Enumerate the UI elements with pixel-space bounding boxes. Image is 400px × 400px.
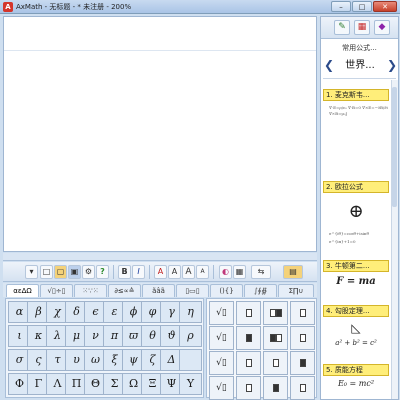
eraser-icon[interactable]: ◆ bbox=[374, 20, 390, 35]
insert-object-icon[interactable]: ▤ bbox=[283, 265, 303, 279]
tab-operators[interactable]: ∂≤∝≙ bbox=[108, 284, 141, 297]
nth-root-template-button[interactable]: √▯ bbox=[209, 326, 234, 350]
formula-card[interactable]: 1. 麦克斯韦... ∇·E=ρ/ε₀ ∇·B=0 ∇×E=−∂B/∂t ∇×B… bbox=[323, 89, 389, 189]
matrix-icon[interactable]: ▦ bbox=[233, 265, 246, 279]
tab-boxes[interactable]: ▯▭▯ bbox=[176, 284, 209, 297]
formula-card-label: 1. 麦克斯韦... bbox=[323, 89, 389, 101]
tab-accents[interactable]: ãâã bbox=[142, 284, 175, 297]
box-template-button[interactable] bbox=[236, 351, 261, 375]
sqrt-template-button[interactable]: √▯ bbox=[209, 351, 234, 375]
superscript-template-button[interactable] bbox=[290, 301, 315, 325]
window-title: AxMath - 无标题 - * 未注册 - 200% bbox=[16, 3, 132, 11]
greek-symbol-button[interactable]: ρ bbox=[179, 325, 202, 347]
bold-button[interactable]: B bbox=[118, 265, 131, 279]
symbol-tab-bar: αεΔΩ √▯÷▯ ⁙∵⁙ ∂≤∝≙ ãâã ▯▭▯ (){} ∫∮∯ Σ∏∪ bbox=[3, 283, 317, 297]
formula-card[interactable]: 5. 质能方程 E₀ = mc² bbox=[323, 364, 389, 400]
box-template-button[interactable] bbox=[236, 376, 261, 400]
toolbar-separator bbox=[213, 265, 214, 279]
box-template-button[interactable] bbox=[263, 351, 288, 375]
formula-editor-canvas[interactable] bbox=[3, 16, 317, 252]
app-icon: A bbox=[3, 2, 13, 12]
fraction-template-button[interactable] bbox=[236, 301, 261, 325]
greek-symbol-button[interactable]: η bbox=[179, 301, 202, 323]
formula-card-body: F = ma bbox=[336, 276, 376, 287]
tab-brackets[interactable]: (){} bbox=[210, 284, 243, 297]
greek-symbol-button[interactable] bbox=[179, 349, 202, 371]
template-palette: √▯ √▯ √▯ √▯ bbox=[206, 298, 317, 400]
sqrt-template-button[interactable]: √▯ bbox=[209, 376, 234, 400]
toolbar-separator bbox=[113, 265, 114, 279]
formula-card-body: e^{iπ}+1=0 bbox=[329, 239, 356, 244]
help-icon[interactable]: ? bbox=[96, 265, 109, 279]
dropdown-button[interactable]: ▾ bbox=[25, 265, 38, 279]
font-shrink-button[interactable]: A bbox=[196, 265, 209, 279]
tab-sums[interactable]: Σ∏∪ bbox=[278, 284, 314, 297]
formula-card-label: 3. 牛顿第二... bbox=[323, 260, 389, 272]
title-bar: A AxMath - 无标题 - * 未注册 - 200% – □ ✕ bbox=[0, 0, 400, 14]
format-toolbar: ▾ □ ▢ ▣ ⚙ ? B I A A A A ◐ ▦ ⇆ ▤ bbox=[3, 262, 317, 282]
save-icon[interactable]: ▣ bbox=[68, 265, 81, 279]
font-grow-button[interactable]: A bbox=[182, 265, 195, 279]
tab-integrals[interactable]: ∫∮∯ bbox=[244, 284, 277, 297]
formula-card-label: 2. 欧拉公式 bbox=[323, 181, 389, 193]
formula-card-label: 5. 质能方程 bbox=[323, 364, 389, 376]
align-icon[interactable]: ⇆ bbox=[251, 265, 271, 279]
toolbar-separator bbox=[149, 265, 150, 279]
greek-symbol-button[interactable]: Υ bbox=[179, 373, 202, 395]
color-palette-icon[interactable]: ◐ bbox=[219, 265, 232, 279]
paint-palette-icon[interactable]: ✎ bbox=[334, 20, 350, 35]
tab-fractions[interactable]: √▯÷▯ bbox=[40, 284, 73, 297]
open-folder-icon[interactable]: ▢ bbox=[54, 265, 67, 279]
formula-library-panel: ✎ ▦ ◆ 常用公式... ❮ 世界... ❯ 1. 麦克斯韦... ∇·E=ρ… bbox=[320, 16, 399, 400]
maximize-button[interactable]: □ bbox=[352, 1, 372, 12]
greek-symbol-palette: α β χ δ ϵ ε ϕ φ γ η ι κ λ μ ν π ϖ θ ϑ ρ … bbox=[5, 298, 204, 398]
formula-card-label: 4. 勾股定理... bbox=[323, 305, 389, 317]
panel-divider bbox=[323, 78, 396, 79]
nav-next-button[interactable]: ❯ bbox=[387, 55, 397, 75]
formula-card-body: ∇·E=ρ/ε₀ ∇·B=0 ∇×E=−∂B/∂t ∇×B=μ₀J bbox=[329, 105, 388, 116]
new-document-button[interactable]: □ bbox=[40, 265, 53, 279]
sqrt-template-button[interactable]: √▯ bbox=[209, 301, 234, 325]
tab-dots[interactable]: ⁙∵⁙ bbox=[74, 284, 107, 297]
grid-icon[interactable]: ▦ bbox=[354, 20, 370, 35]
complex-plane-icon: ⊕ bbox=[348, 201, 364, 222]
splitter-grip[interactable] bbox=[3, 253, 317, 261]
formula-card-body: e^{iθ}=cosθ+isinθ bbox=[329, 231, 369, 236]
minimize-button[interactable]: – bbox=[331, 1, 351, 12]
close-button[interactable]: ✕ bbox=[373, 1, 397, 12]
font-color-button[interactable]: A bbox=[154, 265, 167, 279]
scrollbar-thumb[interactable] bbox=[392, 87, 397, 207]
settings-gear-icon[interactable]: ⚙ bbox=[82, 265, 95, 279]
box-template-button[interactable] bbox=[263, 376, 288, 400]
formula-card[interactable]: 2. 欧拉公式 ⊕ e^{iθ}=cosθ+isinθ e^{iπ}+1=0 bbox=[323, 181, 389, 259]
formula-card-body: E₀ = mc² bbox=[337, 379, 375, 388]
panel-title: 常用公式... bbox=[342, 44, 377, 52]
stacked-template-button[interactable] bbox=[263, 326, 288, 350]
panel-toolbar: ✎ ▦ ◆ bbox=[321, 17, 398, 39]
editor-divider bbox=[4, 50, 316, 51]
formula-card-body: a² + b² = c² bbox=[335, 339, 377, 347]
formula-card[interactable]: 4. 勾股定理... ◺ a² + b² = c² bbox=[323, 305, 389, 357]
stacked-template-button[interactable] bbox=[263, 301, 288, 325]
triangle-icon: ◺ bbox=[351, 321, 361, 335]
box-template-button[interactable] bbox=[290, 351, 315, 375]
category-label: 世界... bbox=[345, 60, 375, 71]
tab-greek[interactable]: αεΔΩ bbox=[6, 284, 39, 297]
italic-button[interactable]: I bbox=[132, 265, 145, 279]
formula-card[interactable]: 3. 牛顿第二... F = ma bbox=[323, 260, 389, 296]
font-style-button[interactable]: A bbox=[168, 265, 181, 279]
fraction-template-button[interactable] bbox=[236, 326, 261, 350]
subscript-template-button[interactable] bbox=[290, 326, 315, 350]
box-template-button[interactable] bbox=[290, 376, 315, 400]
nav-prev-button[interactable]: ❮ bbox=[324, 55, 334, 75]
